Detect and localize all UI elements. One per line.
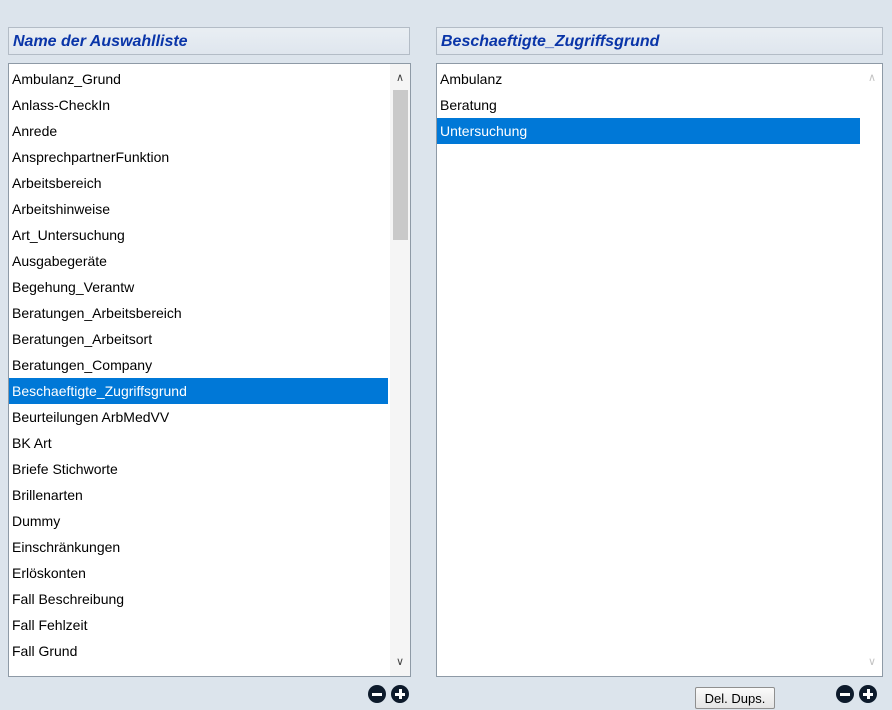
minus-circle-icon (368, 685, 386, 703)
list-item[interactable]: Ausgabegeräte (9, 248, 388, 274)
list-names-listbox[interactable]: Ambulanz_Grund Anlass-CheckIn Anrede Anspre… (8, 63, 411, 677)
list-item[interactable]: Beurteilungen ArbMedVV (9, 404, 388, 430)
list-item[interactable]: Ambulanz (437, 66, 860, 92)
list-item[interactable]: Begehung_Verantw (9, 274, 388, 300)
list-item[interactable]: AnsprechpartnerFunktion (9, 144, 388, 170)
list-item[interactable]: Arbeitshinweise (9, 196, 388, 222)
plus-circle-icon (391, 685, 409, 703)
list-item[interactable]: Beratungen_Company (9, 352, 388, 378)
remove-list-button[interactable] (368, 685, 386, 703)
scroll-up-arrow-icon[interactable]: ∧ (862, 68, 882, 88)
list-values-listbox[interactable]: Ambulanz Beratung Untersuchung ∧ ∨ (436, 63, 883, 677)
list-item[interactable]: Dummy (9, 508, 388, 534)
list-item[interactable]: Erlöskonten (9, 560, 388, 586)
list-names-scrollbar[interactable]: ∧ ∨ (390, 64, 410, 676)
scroll-down-arrow-icon[interactable]: ∨ (862, 652, 882, 672)
list-item[interactable]: Fall Grund (9, 638, 388, 664)
list-item[interactable]: Beratungen_Arbeitsbereich (9, 300, 388, 326)
add-value-button[interactable] (859, 685, 877, 703)
minus-circle-icon (836, 685, 854, 703)
scroll-up-arrow-icon[interactable]: ∧ (390, 68, 410, 88)
remove-value-button[interactable] (836, 685, 854, 703)
list-values-header: Beschaeftigte_Zugriffsgrund (436, 27, 883, 55)
list-item[interactable]: Art_Untersuchung (9, 222, 388, 248)
list-item[interactable]: Einschränkungen (9, 534, 388, 560)
list-item[interactable]: Fall Fehlzeit (9, 612, 388, 638)
list-item[interactable]: Briefe Stichworte (9, 456, 388, 482)
list-item[interactable]: Arbeitsbereich (9, 170, 388, 196)
list-values-header-label: Beschaeftigte_Zugriffsgrund (441, 33, 660, 50)
list-item[interactable]: Fall Beschreibung (9, 586, 388, 612)
list-item[interactable]: Anrede (9, 118, 388, 144)
list-item[interactable]: Anlass-CheckIn (9, 92, 388, 118)
list-names-header-label: Name der Auswahlliste (13, 33, 188, 50)
add-list-button[interactable] (391, 685, 409, 703)
plus-circle-icon (859, 685, 877, 703)
scrollbar-thumb[interactable] (393, 90, 408, 240)
list-item[interactable]: Ambulanz_Grund (9, 66, 388, 92)
delete-duplicates-button[interactable]: Del. Dups. (695, 687, 775, 709)
scroll-down-arrow-icon[interactable]: ∨ (390, 652, 410, 672)
list-values-scrollbar[interactable]: ∧ ∨ (862, 64, 882, 676)
list-item[interactable]: Beratungen_Arbeitsort (9, 326, 388, 352)
list-item[interactable]: BK Art (9, 430, 388, 456)
list-item[interactable]: Beratung (437, 92, 860, 118)
list-item[interactable]: Brillenarten (9, 482, 388, 508)
list-item[interactable]: Beschaeftigte_Zugriffsgrund (9, 378, 388, 404)
list-item[interactable]: Untersuchung (437, 118, 860, 144)
list-names-header: Name der Auswahlliste (8, 27, 410, 55)
